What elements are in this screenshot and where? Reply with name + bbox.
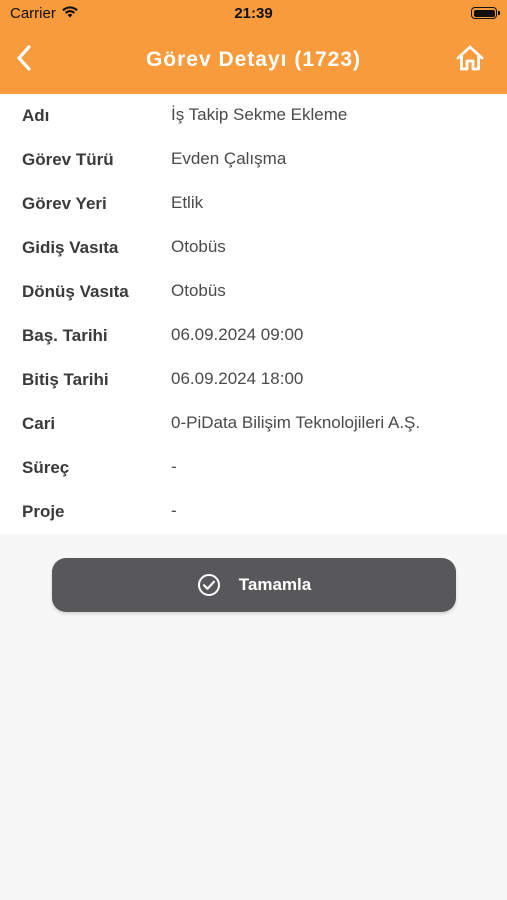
detail-row-return-vehicle: Dönüş Vasıta Otobüs bbox=[0, 270, 507, 314]
detail-value: 06.09.2024 18:00 bbox=[171, 369, 304, 388]
detail-row-name: Adı İş Takip Sekme Ekleme bbox=[0, 94, 507, 138]
detail-label: Süreç bbox=[22, 458, 70, 477]
detail-row-outbound-vehicle: Gidiş Vasıta Otobüs bbox=[0, 226, 507, 270]
home-button[interactable] bbox=[453, 44, 487, 76]
home-icon bbox=[456, 45, 484, 76]
detail-value: 06.09.2024 09:00 bbox=[171, 325, 304, 344]
detail-value: Evden Çalışma bbox=[171, 149, 287, 168]
detail-value: - bbox=[171, 501, 177, 520]
detail-value: Otobüs bbox=[171, 281, 226, 300]
detail-row-account: Cari 0-PiData Bilişim Teknolojileri A.Ş. bbox=[0, 402, 507, 446]
detail-label: Baş. Tarihi bbox=[22, 326, 108, 345]
task-details: Adı İş Takip Sekme Ekleme Görev Türü Evd… bbox=[0, 94, 507, 534]
detail-label: Görev Yeri bbox=[22, 194, 107, 213]
status-bar: Carrier 21:39 bbox=[0, 0, 507, 28]
detail-label: Gidiş Vasıta bbox=[22, 238, 119, 257]
complete-button[interactable]: Tamamla bbox=[52, 558, 456, 612]
detail-value: Etlik bbox=[171, 193, 204, 212]
app-header: Carrier 21:39 Görev Detayı (1723) bbox=[0, 0, 507, 94]
battery-icon bbox=[471, 7, 500, 19]
detail-label: Cari bbox=[22, 414, 56, 433]
detail-value: İş Takip Sekme Ekleme bbox=[171, 105, 348, 124]
detail-label: Bitiş Tarihi bbox=[22, 370, 109, 389]
detail-row-process: Süreç - bbox=[0, 446, 507, 490]
detail-row-task-type: Görev Türü Evden Çalışma bbox=[0, 138, 507, 182]
nav-bar: Görev Detayı (1723) bbox=[0, 28, 507, 94]
page-title: Görev Detayı (1723) bbox=[145, 48, 362, 71]
detail-label: Proje bbox=[22, 502, 65, 521]
status-time: 21:39 bbox=[234, 5, 273, 22]
detail-label: Görev Türü bbox=[22, 150, 114, 169]
complete-label: Tamamla bbox=[238, 575, 312, 594]
detail-value: - bbox=[171, 457, 177, 476]
detail-value: Otobüs bbox=[171, 237, 226, 256]
detail-row-start-date: Baş. Tarihi 06.09.2024 09:00 bbox=[0, 314, 507, 358]
detail-value: 0-PiData Bilişim Teknolojileri A.Ş. bbox=[171, 413, 421, 432]
detail-row-end-date: Bitiş Tarihi 06.09.2024 18:00 bbox=[0, 358, 507, 402]
detail-label: Adı bbox=[22, 106, 50, 125]
detail-label: Dönüş Vasıta bbox=[22, 282, 129, 301]
detail-row-project: Proje - bbox=[0, 490, 507, 534]
check-circle-icon bbox=[197, 573, 221, 597]
detail-row-location: Görev Yeri Etlik bbox=[0, 182, 507, 226]
